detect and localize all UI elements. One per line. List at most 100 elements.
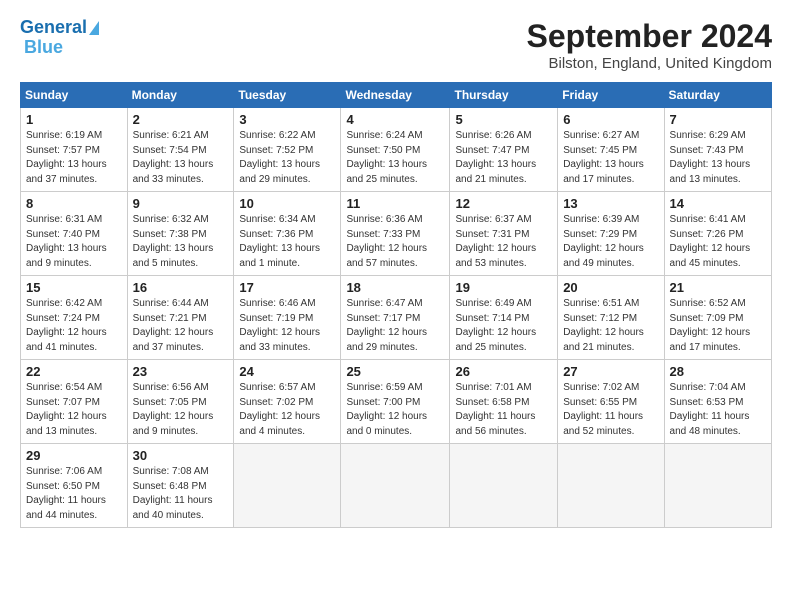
week-row-1: 1 Sunrise: 6:19 AM Sunset: 7:57 PM Daylig…	[21, 108, 772, 192]
calendar-cell: 22 Sunrise: 6:54 AM Sunset: 7:07 PM Dayli…	[21, 360, 128, 444]
day-number: 7	[670, 112, 766, 127]
calendar-cell: 19 Sunrise: 6:49 AM Sunset: 7:14 PM Dayli…	[450, 276, 558, 360]
calendar-cell: 14 Sunrise: 6:41 AM Sunset: 7:26 PM Dayli…	[664, 192, 771, 276]
calendar-cell	[341, 444, 450, 528]
calendar-cell: 10 Sunrise: 6:34 AM Sunset: 7:36 PM Dayli…	[234, 192, 341, 276]
week-row-5: 29 Sunrise: 7:06 AM Sunset: 6:50 PM Dayli…	[21, 444, 772, 528]
calendar-cell: 3 Sunrise: 6:22 AM Sunset: 7:52 PM Daylig…	[234, 108, 341, 192]
day-info: Sunrise: 6:49 AM Sunset: 7:14 PM Dayligh…	[455, 297, 552, 355]
day-number: 22	[26, 364, 122, 379]
calendar-cell: 16Sunrise: 6:44 AM Sunset: 7:21 PM Dayli…	[127, 276, 234, 360]
day-info: Sunrise: 6:29 AM Sunset: 7:43 PM Dayligh…	[670, 129, 766, 187]
calendar-cell: 13 Sunrise: 6:39 AM Sunset: 7:29 PM Dayli…	[558, 192, 664, 276]
day-number: 27	[563, 364, 658, 379]
day-info: Sunrise: 6:59 AM Sunset: 7:00 PM Dayligh…	[346, 381, 444, 439]
day-info: Sunrise: 6:41 AM Sunset: 7:26 PM Dayligh…	[670, 213, 766, 271]
weekday-friday: Friday	[558, 83, 664, 108]
day-info: Sunrise: 6:56 AM Sunset: 7:05 PM Dayligh…	[133, 381, 229, 439]
day-number: 6	[563, 112, 658, 127]
logo-arrow-icon	[89, 21, 99, 35]
day-number: 8	[26, 196, 122, 211]
location: Bilston, England, United Kingdom	[527, 55, 772, 72]
day-info: Sunrise: 6:47 AM Sunset: 7:17 PM Dayligh…	[346, 297, 444, 355]
day-number: 24	[239, 364, 335, 379]
day-info: Sunrise: 6:52 AM Sunset: 7:09 PM Dayligh…	[670, 297, 766, 355]
day-info: Sunrise: 6:36 AM Sunset: 7:33 PM Dayligh…	[346, 213, 444, 271]
calendar-cell: 23 Sunrise: 6:56 AM Sunset: 7:05 PM Dayli…	[127, 360, 234, 444]
day-number: 11	[346, 196, 444, 211]
day-number: 17	[239, 280, 335, 295]
day-number: 23	[133, 364, 229, 379]
month-title: September 2024	[527, 18, 772, 55]
calendar: SundayMondayTuesdayWednesdayThursdayFrid…	[20, 82, 772, 528]
day-info: Sunrise: 7:02 AM Sunset: 6:55 PM Dayligh…	[563, 381, 658, 439]
calendar-cell: 20 Sunrise: 6:51 AM Sunset: 7:12 PM Dayli…	[558, 276, 664, 360]
day-info: Sunrise: 6:32 AM Sunset: 7:38 PM Dayligh…	[133, 213, 229, 271]
day-number: 18	[346, 280, 444, 295]
day-number: 12	[455, 196, 552, 211]
calendar-cell: 4Sunrise: 6:24 AM Sunset: 7:50 PM Daylig…	[341, 108, 450, 192]
calendar-cell: 12 Sunrise: 6:37 AM Sunset: 7:31 PM Dayli…	[450, 192, 558, 276]
week-row-3: 15 Sunrise: 6:42 AM Sunset: 7:24 PM Dayli…	[21, 276, 772, 360]
day-number: 14	[670, 196, 766, 211]
day-info: Sunrise: 6:26 AM Sunset: 7:47 PM Dayligh…	[455, 129, 552, 187]
day-info: Sunrise: 6:51 AM Sunset: 7:12 PM Dayligh…	[563, 297, 658, 355]
day-info: Sunrise: 6:34 AM Sunset: 7:36 PM Dayligh…	[239, 213, 335, 271]
week-row-4: 22 Sunrise: 6:54 AM Sunset: 7:07 PM Dayli…	[21, 360, 772, 444]
day-number: 1	[26, 112, 122, 127]
day-number: 25	[346, 364, 444, 379]
day-number: 26	[455, 364, 552, 379]
calendar-cell: 9Sunrise: 6:32 AM Sunset: 7:38 PM Daylig…	[127, 192, 234, 276]
weekday-monday: Monday	[127, 83, 234, 108]
calendar-cell: 29 Sunrise: 7:06 AM Sunset: 6:50 PM Dayli…	[21, 444, 128, 528]
calendar-cell: 26 Sunrise: 7:01 AM Sunset: 6:58 PM Dayli…	[450, 360, 558, 444]
day-info: Sunrise: 6:21 AM Sunset: 7:54 PM Dayligh…	[133, 129, 229, 187]
day-info: Sunrise: 6:22 AM Sunset: 7:52 PM Dayligh…	[239, 129, 335, 187]
day-number: 20	[563, 280, 658, 295]
calendar-cell: 2Sunrise: 6:21 AM Sunset: 7:54 PM Daylig…	[127, 108, 234, 192]
day-info: Sunrise: 7:06 AM Sunset: 6:50 PM Dayligh…	[26, 465, 122, 523]
day-number: 19	[455, 280, 552, 295]
day-info: Sunrise: 6:39 AM Sunset: 7:29 PM Dayligh…	[563, 213, 658, 271]
day-number: 29	[26, 448, 122, 463]
day-info: Sunrise: 7:01 AM Sunset: 6:58 PM Dayligh…	[455, 381, 552, 439]
calendar-cell: 11 Sunrise: 6:36 AM Sunset: 7:33 PM Dayli…	[341, 192, 450, 276]
day-info: Sunrise: 6:37 AM Sunset: 7:31 PM Dayligh…	[455, 213, 552, 271]
calendar-cell: 28 Sunrise: 7:04 AM Sunset: 6:53 PM Dayli…	[664, 360, 771, 444]
calendar-cell: 8Sunrise: 6:31 AM Sunset: 7:40 PM Daylig…	[21, 192, 128, 276]
day-number: 3	[239, 112, 335, 127]
calendar-cell: 21 Sunrise: 6:52 AM Sunset: 7:09 PM Dayli…	[664, 276, 771, 360]
weekday-saturday: Saturday	[664, 83, 771, 108]
logo-blue-text: Blue	[24, 38, 63, 58]
day-number: 10	[239, 196, 335, 211]
calendar-cell: 1 Sunrise: 6:19 AM Sunset: 7:57 PM Daylig…	[21, 108, 128, 192]
calendar-cell: 24 Sunrise: 6:57 AM Sunset: 7:02 PM Dayli…	[234, 360, 341, 444]
weekday-sunday: Sunday	[21, 83, 128, 108]
logo: General Blue	[20, 18, 99, 58]
day-number: 16	[133, 280, 229, 295]
day-number: 30	[133, 448, 229, 463]
day-number: 13	[563, 196, 658, 211]
calendar-cell: 25 Sunrise: 6:59 AM Sunset: 7:00 PM Dayli…	[341, 360, 450, 444]
calendar-cell	[450, 444, 558, 528]
day-info: Sunrise: 6:42 AM Sunset: 7:24 PM Dayligh…	[26, 297, 122, 355]
week-row-2: 8Sunrise: 6:31 AM Sunset: 7:40 PM Daylig…	[21, 192, 772, 276]
day-number: 15	[26, 280, 122, 295]
day-number: 21	[670, 280, 766, 295]
day-info: Sunrise: 6:46 AM Sunset: 7:19 PM Dayligh…	[239, 297, 335, 355]
calendar-cell	[664, 444, 771, 528]
day-info: Sunrise: 6:54 AM Sunset: 7:07 PM Dayligh…	[26, 381, 122, 439]
calendar-cell: 27 Sunrise: 7:02 AM Sunset: 6:55 PM Dayli…	[558, 360, 664, 444]
day-info: Sunrise: 6:57 AM Sunset: 7:02 PM Dayligh…	[239, 381, 335, 439]
calendar-cell: 15 Sunrise: 6:42 AM Sunset: 7:24 PM Dayli…	[21, 276, 128, 360]
calendar-cell: 30Sunrise: 7:08 AM Sunset: 6:48 PM Dayli…	[127, 444, 234, 528]
day-info: Sunrise: 7:04 AM Sunset: 6:53 PM Dayligh…	[670, 381, 766, 439]
header: General Blue September 2024 Bilston, Eng…	[20, 18, 772, 72]
day-number: 28	[670, 364, 766, 379]
day-info: Sunrise: 6:24 AM Sunset: 7:50 PM Dayligh…	[346, 129, 444, 187]
calendar-cell: 7 Sunrise: 6:29 AM Sunset: 7:43 PM Daylig…	[664, 108, 771, 192]
day-number: 5	[455, 112, 552, 127]
calendar-cell: 6Sunrise: 6:27 AM Sunset: 7:45 PM Daylig…	[558, 108, 664, 192]
day-info: Sunrise: 6:19 AM Sunset: 7:57 PM Dayligh…	[26, 129, 122, 187]
logo-text: General	[20, 18, 87, 38]
